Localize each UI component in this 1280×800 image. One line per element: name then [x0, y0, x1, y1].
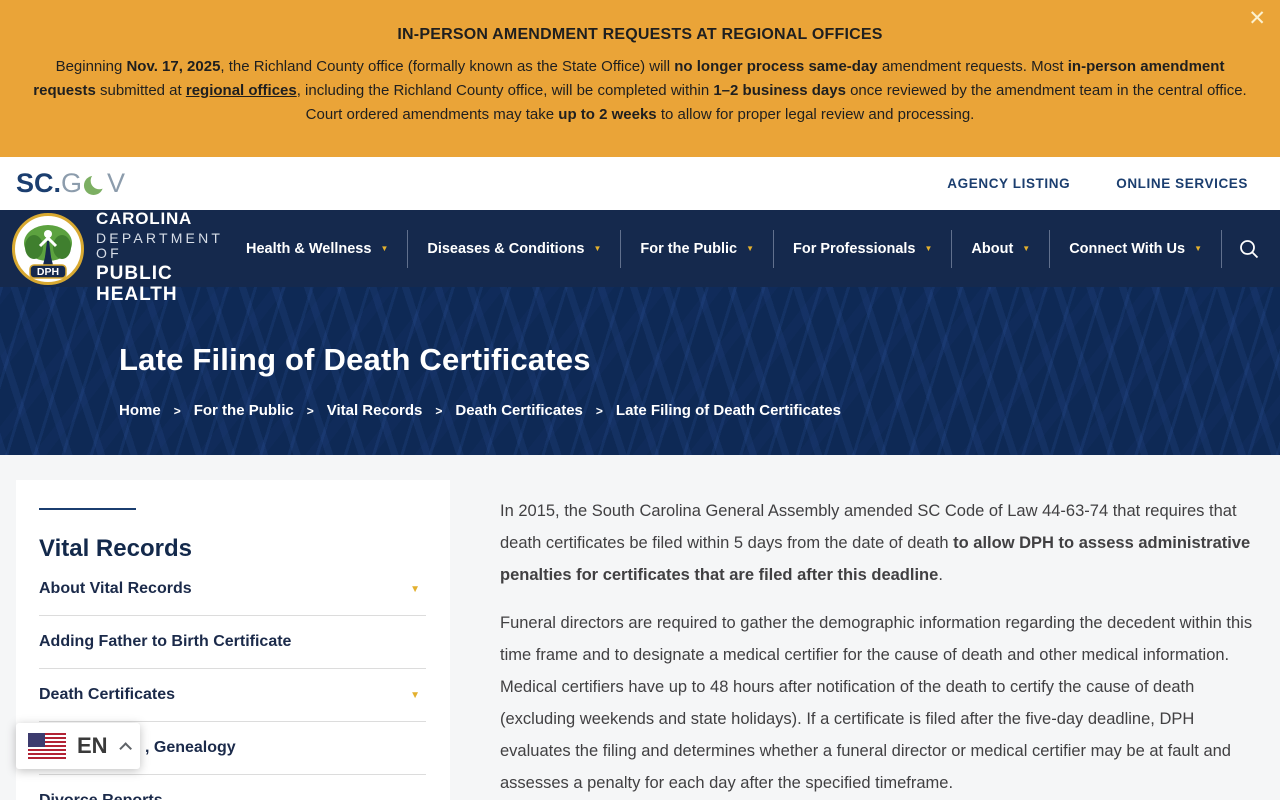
breadcrumb-for-the-public[interactable]: For the Public	[194, 402, 294, 419]
breadcrumb-death-certificates[interactable]: Death Certificates	[455, 402, 583, 419]
close-icon[interactable]: ✕	[1248, 8, 1266, 29]
chevron-down-icon: ▼	[1022, 243, 1031, 253]
sidebar-item-about-vital-records[interactable]: About Vital Records ▼	[39, 563, 426, 616]
article-body: In 2015, the South Carolina General Asse…	[500, 495, 1258, 799]
brand-line2: DEPARTMENT OF	[96, 229, 223, 262]
hero-banner: Late Filing of Death Certificates Home >…	[0, 287, 1280, 455]
sidebar-item-label: About Vital Records	[39, 580, 192, 597]
paragraph-1: In 2015, the South Carolina General Asse…	[500, 502, 1251, 584]
chevron-down-icon: ▼	[410, 689, 420, 701]
alert-title: IN-PERSON AMENDMENT REQUESTS AT REGIONAL…	[397, 26, 883, 43]
brand-line3: PUBLIC HEALTH	[96, 262, 178, 305]
dph-home-link[interactable]: DPH SOUTH CAROLINA DEPARTMENT OF PUBLIC …	[12, 190, 227, 306]
brand-line1: SOUTH CAROLINA	[96, 190, 193, 229]
alert-message: Beginning Nov. 17, 2025, the Richland Co…	[33, 58, 1247, 123]
content-area: Vital Records About Vital Records ▼ Addi…	[0, 455, 1280, 800]
nav-item-label: Diseases & Conditions	[427, 240, 585, 257]
nav-item-about[interactable]: About ▼	[952, 229, 1049, 269]
magnifier-glyph	[1240, 239, 1259, 258]
nav-item-label: For Professionals	[793, 240, 916, 257]
us-flag-icon	[28, 733, 66, 759]
sidebar-item-label: , Genealogy	[145, 739, 236, 756]
nav-item-connect-with-us[interactable]: Connect With Us ▼	[1050, 229, 1221, 269]
alert-banner: IN-PERSON AMENDMENT REQUESTS AT REGIONAL…	[0, 0, 1280, 157]
nav-item-label: Connect With Us	[1069, 240, 1186, 257]
page-title: Late Filing of Death Certificates	[119, 342, 591, 377]
nav-item-for-professionals[interactable]: For Professionals ▼	[774, 229, 951, 269]
breadcrumb-separator: >	[306, 403, 314, 418]
main-nav: DPH SOUTH CAROLINA DEPARTMENT OF PUBLIC …	[0, 191, 1280, 304]
sidebar-item-label: Death Certificates	[39, 686, 176, 703]
chevron-down-icon: ▼	[746, 243, 754, 253]
sidebar-item-death-certificates[interactable]: Death Certificates ▼	[39, 669, 426, 722]
breadcrumb-separator: >	[173, 403, 181, 418]
paragraph-2: Funeral directors are required to gather…	[500, 614, 1253, 792]
breadcrumb-vital-records[interactable]: Vital Records	[327, 402, 423, 419]
agency-listing-link[interactable]: AGENCY LISTING	[947, 176, 1070, 191]
language-selector[interactable]: EN	[16, 723, 140, 769]
chevron-down-icon: ▼	[410, 583, 420, 595]
brand-text: SOUTH CAROLINA DEPARTMENT OF PUBLIC HEAL…	[96, 190, 227, 306]
nav-list: Health & Wellness ▼ Diseases & Condition…	[227, 210, 1266, 287]
nav-item-label: For the Public	[640, 240, 738, 257]
dph-logo-icon: DPH	[12, 212, 84, 285]
breadcrumb-current-page: Late Filing of Death Certificates	[615, 402, 841, 419]
nav-item-health-wellness[interactable]: Health & Wellness ▼	[227, 229, 407, 269]
sidebar-accent-rule	[39, 508, 136, 510]
breadcrumb-home[interactable]: Home	[119, 402, 161, 419]
utility-links: AGENCY LISTING ONLINE SERVICES	[947, 176, 1248, 191]
breadcrumb-separator: >	[435, 403, 443, 418]
chevron-down-icon: ▼	[924, 243, 933, 253]
svg-text:DPH: DPH	[37, 266, 59, 278]
language-code: EN	[77, 733, 108, 758]
nav-item-for-the-public[interactable]: For the Public ▼	[621, 229, 773, 269]
chevron-down-icon: ▼	[593, 243, 602, 253]
nav-item-diseases-conditions[interactable]: Diseases & Conditions ▼	[408, 229, 620, 269]
sidebar-item-divorce-reports[interactable]: Divorce Reports	[39, 775, 426, 800]
chevron-down-icon: ▼	[1194, 243, 1202, 253]
nav-item-label: About	[971, 240, 1014, 257]
breadcrumb: Home > For the Public > Vital Records > …	[119, 402, 1280, 419]
chevron-down-icon: ▼	[380, 243, 389, 253]
sidebar-item-label: Adding Father to Birth Certificate	[39, 633, 292, 650]
sidebar-item-adding-father[interactable]: Adding Father to Birth Certificate	[39, 616, 426, 669]
flag-canton	[28, 733, 45, 747]
sidebar-heading: Vital Records	[39, 535, 192, 562]
online-services-link[interactable]: ONLINE SERVICES	[1116, 176, 1248, 191]
chevron-up-icon	[118, 741, 132, 755]
breadcrumb-separator: >	[595, 403, 603, 418]
search-icon[interactable]	[1222, 229, 1266, 269]
sidebar-item-label: Divorce Reports	[39, 792, 163, 800]
nav-item-label: Health & Wellness	[245, 240, 372, 257]
